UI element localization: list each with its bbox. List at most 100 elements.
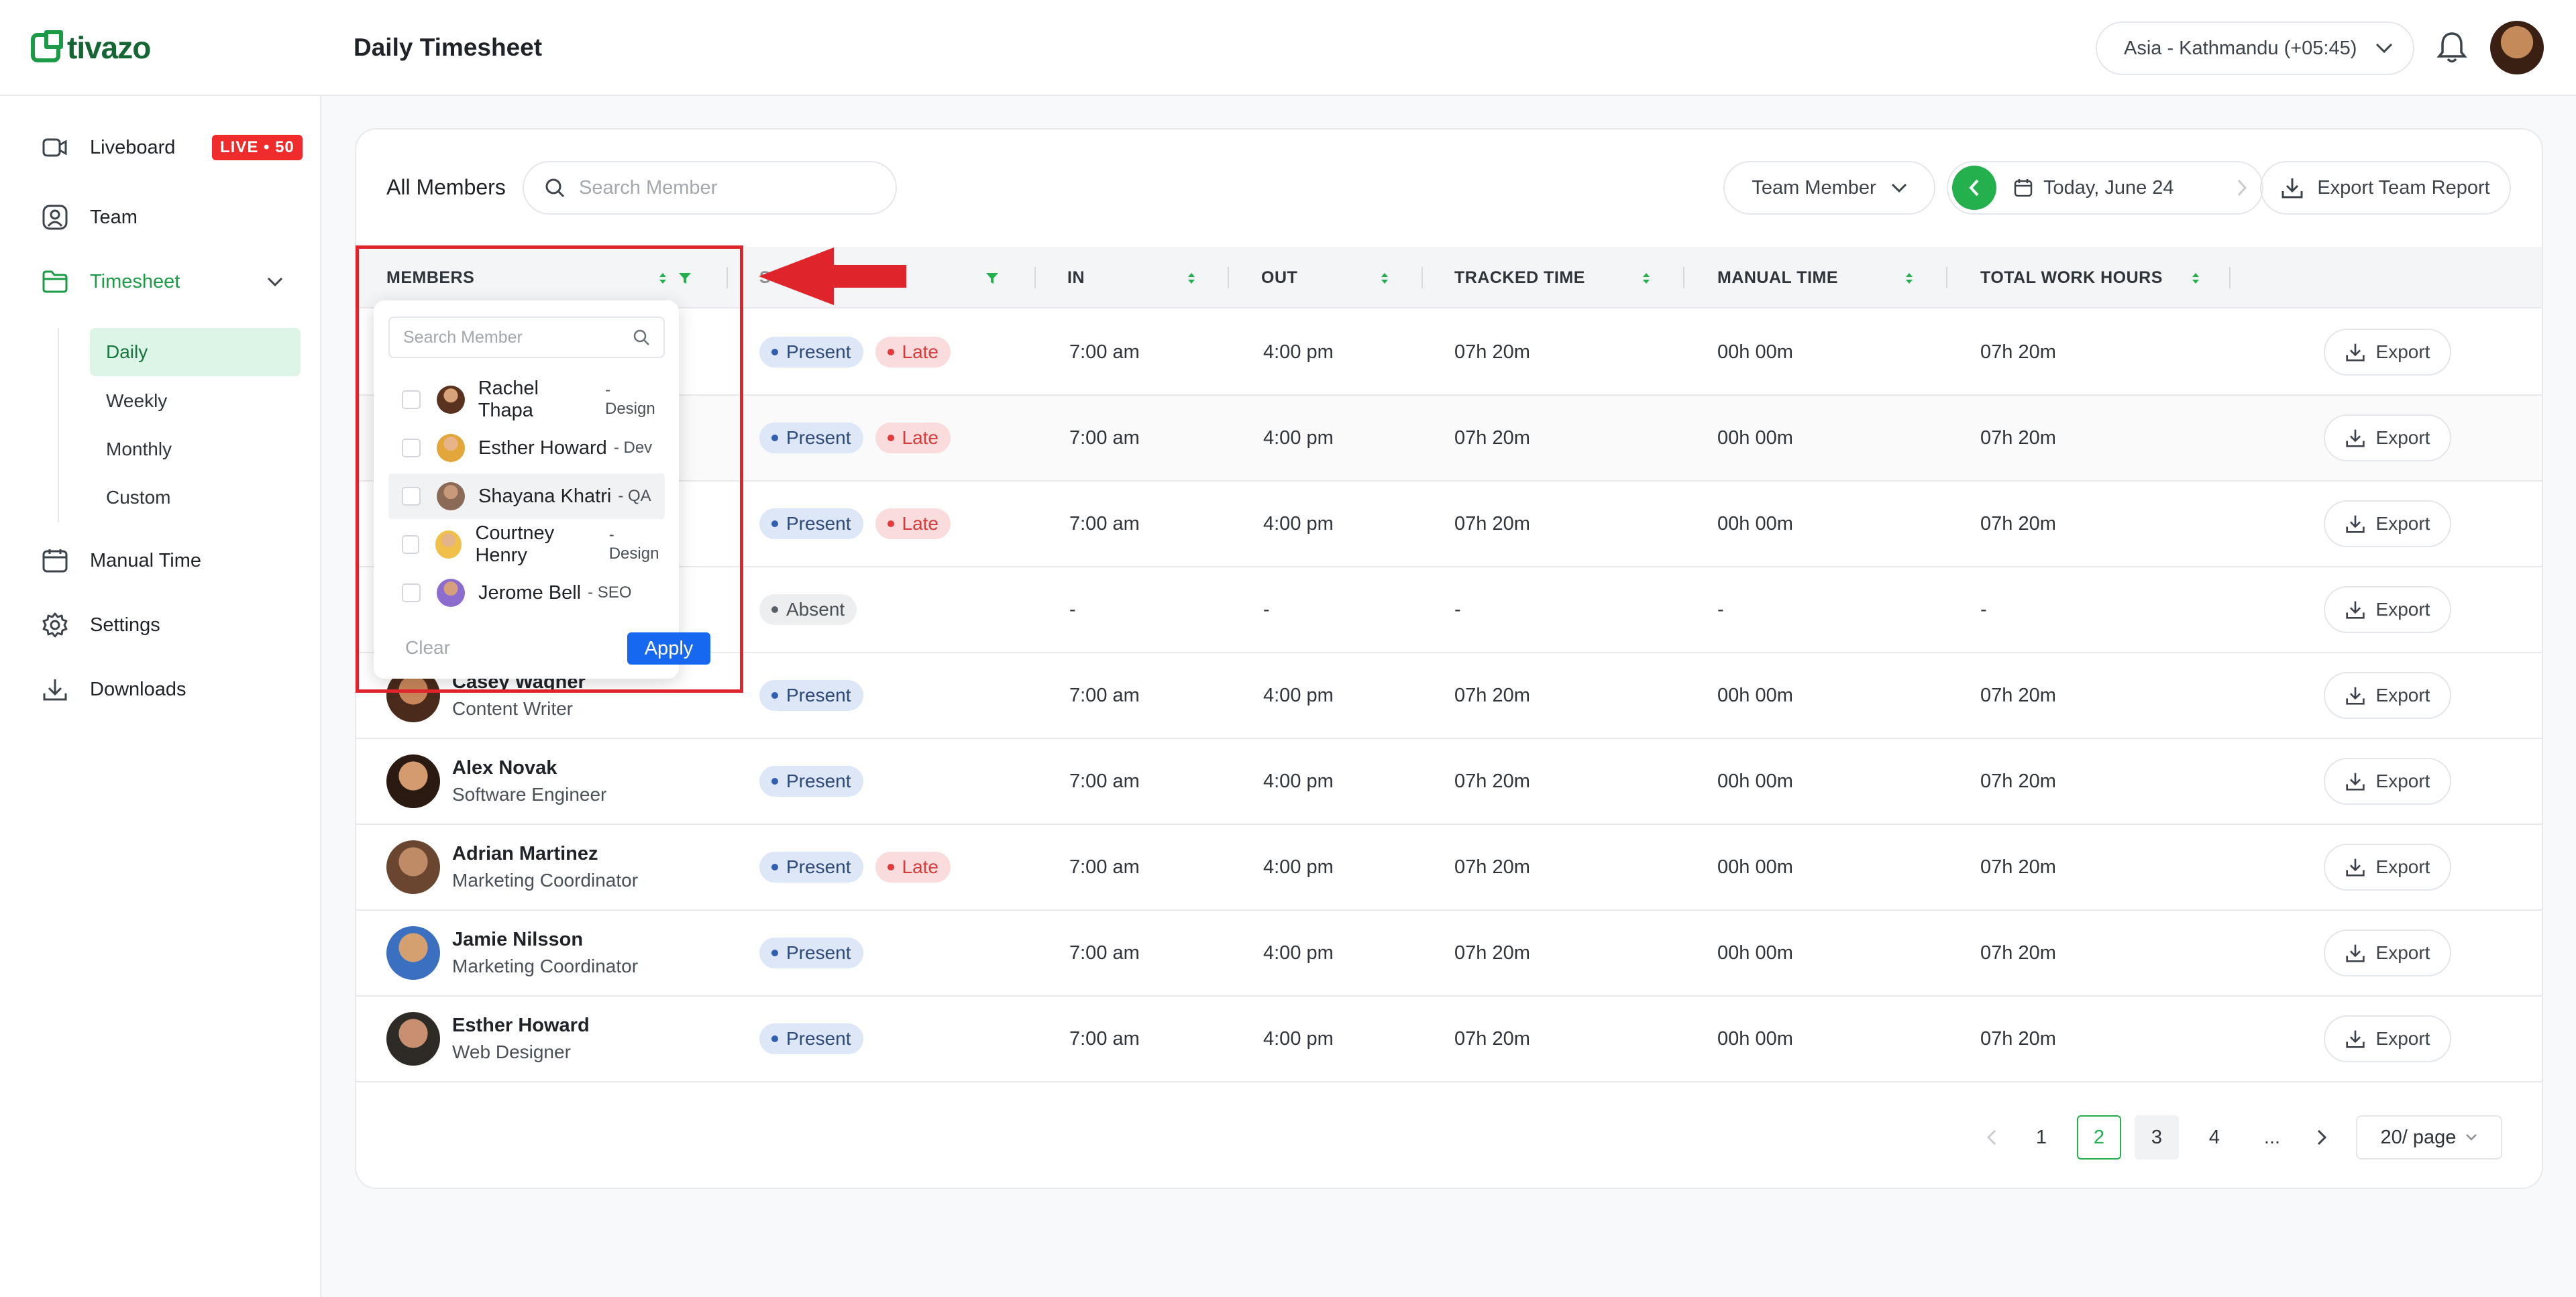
- date-prev-button[interactable]: [1952, 166, 1996, 210]
- total-work-hours: 07h 20m: [1980, 1027, 2056, 1050]
- user-avatar[interactable]: [2490, 21, 2544, 74]
- manual-time: 00h 00m: [1717, 341, 1793, 363]
- export-label: Export: [2375, 599, 2430, 620]
- chevron-left-icon[interactable]: [1979, 1129, 2006, 1146]
- sidebar-item-downloads[interactable]: Downloads: [42, 676, 186, 703]
- export-label: Export: [2375, 427, 2430, 448]
- column-out[interactable]: OUT: [1261, 247, 1297, 308]
- export-button[interactable]: Export: [2324, 929, 2451, 976]
- status-text: Present: [786, 513, 851, 534]
- sidebar-item-team[interactable]: Team: [42, 204, 138, 231]
- status-dot: [771, 435, 778, 441]
- export-button[interactable]: Export: [2324, 414, 2451, 461]
- page-button[interactable]: 4: [2192, 1115, 2237, 1160]
- sort-icon[interactable]: [1380, 272, 1389, 284]
- column-divider: [2229, 267, 2231, 288]
- status-dot: [887, 349, 894, 355]
- status-text: Late: [902, 341, 939, 362]
- total-work-hours: 07h 20m: [1980, 856, 2056, 878]
- export-team-label: Export Team Report: [2317, 176, 2490, 199]
- sort-icon[interactable]: [1187, 272, 1196, 284]
- export-button[interactable]: Export: [2324, 329, 2451, 376]
- search-input[interactable]: Search Member: [523, 161, 897, 215]
- column-in[interactable]: IN: [1067, 247, 1085, 308]
- manual-time: -: [1717, 598, 1724, 620]
- member-cell: Alex Novak Software Engineer: [386, 739, 606, 824]
- sort-icon[interactable]: [1904, 272, 1914, 284]
- sort-icon[interactable]: [1642, 272, 1651, 284]
- status-cell: Present: [759, 997, 875, 1081]
- page-button-current[interactable]: 2: [2077, 1115, 2121, 1160]
- export-button[interactable]: Export: [2324, 1015, 2451, 1062]
- member-name[interactable]: Alex Novak: [452, 754, 606, 781]
- table-row[interactable]: Esther Howard Web Designer Present 7:00 am…: [356, 997, 2542, 1082]
- total-work-hours: 07h 20m: [1980, 770, 2056, 792]
- export-button[interactable]: Export: [2324, 672, 2451, 719]
- download-icon: [2345, 687, 2365, 705]
- column-tracked-time[interactable]: TRACKED TIME: [1454, 247, 1585, 308]
- sidebar-subitem-monthly[interactable]: Monthly: [90, 425, 301, 473]
- export-button[interactable]: Export: [2324, 586, 2451, 633]
- export-cell: Export: [2324, 739, 2451, 824]
- page-button[interactable]: 3: [2135, 1115, 2179, 1160]
- sidebar-item-manual-time[interactable]: Manual Time: [42, 547, 201, 574]
- status-badge: Present: [759, 852, 863, 883]
- download-icon: [42, 676, 68, 703]
- member-name[interactable]: Adrian Martinez: [452, 840, 638, 867]
- page-title: Daily Timesheet: [354, 34, 543, 61]
- column-divider: [1946, 267, 1947, 288]
- page-ellipsis[interactable]: ...: [2250, 1115, 2294, 1160]
- sidebar-item-settings[interactable]: Settings: [42, 612, 160, 638]
- sidebar-item-liveboard[interactable]: Liveboard: [42, 134, 175, 161]
- bell-icon[interactable]: [2436, 31, 2468, 64]
- sort-icon[interactable]: [2191, 272, 2200, 284]
- sidebar-subitem-daily[interactable]: Daily: [90, 328, 301, 376]
- status-dot: [771, 864, 778, 870]
- sidebar-subitem-custom[interactable]: Custom: [90, 473, 301, 522]
- page-button[interactable]: 1: [2019, 1115, 2063, 1160]
- pagination: 1 2 3 4 ... 20/ page: [1979, 1115, 2502, 1160]
- manual-time: 00h 00m: [1717, 512, 1793, 534]
- member-name[interactable]: Jamie Nilsson: [452, 926, 638, 953]
- team-member-select[interactable]: Team Member: [1723, 161, 1935, 215]
- date-picker[interactable]: Today, June 24: [2014, 177, 2174, 199]
- logo[interactable]: tivazo: [31, 30, 151, 66]
- status-dot: [887, 864, 894, 870]
- member-name[interactable]: Esther Howard: [452, 1012, 590, 1039]
- export-label: Export: [2375, 513, 2430, 534]
- column-manual-time[interactable]: MANUAL TIME: [1717, 247, 1838, 308]
- filter-icon[interactable]: [985, 272, 999, 284]
- out-time: 4:00 pm: [1263, 512, 1334, 534]
- status-text: Present: [786, 341, 851, 362]
- page-size-select[interactable]: 20/ page: [2356, 1115, 2502, 1160]
- export-team-report-button[interactable]: Export Team Report: [2260, 161, 2511, 215]
- table-row[interactable]: Adrian Martinez Marketing Coordinator Pre…: [356, 825, 2542, 911]
- tracked-time: 07h 20m: [1454, 942, 1530, 964]
- chevron-down-icon: [2376, 43, 2393, 54]
- timezone-select[interactable]: Asia - Kathmandu (+05:45): [2096, 21, 2414, 75]
- table-row[interactable]: Jamie Nilsson Marketing Coordinator Prese…: [356, 911, 2542, 997]
- export-label: Export: [2375, 771, 2430, 791]
- status-badge: Present: [759, 337, 863, 368]
- download-icon: [2345, 944, 2365, 962]
- chevron-right-icon[interactable]: [2308, 1129, 2334, 1146]
- sidebar-subitem-weekly[interactable]: Weekly: [90, 377, 301, 425]
- export-button[interactable]: Export: [2324, 844, 2451, 891]
- manual-time: 00h 00m: [1717, 1027, 1793, 1050]
- tracked-time: 07h 20m: [1454, 341, 1530, 363]
- total-work-hours: 07h 20m: [1980, 684, 2056, 706]
- column-total-work-hours[interactable]: TOTAL WORK HOURS: [1980, 247, 2163, 308]
- chevron-down-icon: [2466, 1134, 2477, 1141]
- out-time: 4:00 pm: [1263, 427, 1334, 449]
- member-cell: Jamie Nilsson Marketing Coordinator: [386, 911, 638, 995]
- search-placeholder: Search Member: [579, 176, 718, 199]
- out-time: 4:00 pm: [1263, 684, 1334, 706]
- table-row[interactable]: Alex Novak Software Engineer Present 7:00 …: [356, 739, 2542, 825]
- export-button[interactable]: Export: [2324, 758, 2451, 805]
- status-text: Present: [786, 856, 851, 877]
- sidebar-item-timesheet[interactable]: Timesheet: [42, 268, 283, 295]
- chevron-right-icon[interactable]: [2237, 179, 2247, 196]
- status-badge: Late: [875, 422, 951, 453]
- export-button[interactable]: Export: [2324, 500, 2451, 547]
- status-text: Present: [786, 771, 851, 791]
